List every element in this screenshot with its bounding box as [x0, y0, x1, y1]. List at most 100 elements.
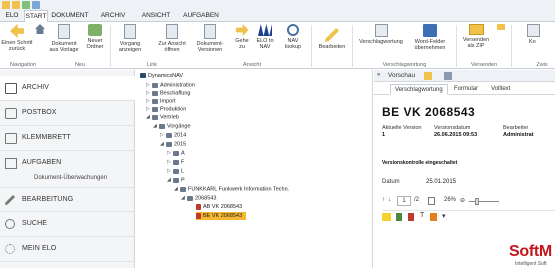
- home-button[interactable]: [34, 24, 46, 36]
- version-label: Aktuelle Version: [382, 125, 422, 131]
- page-input[interactable]: 1: [397, 196, 411, 206]
- highlighter-icon[interactable]: [382, 213, 391, 221]
- sidebar-item-mein-elo[interactable]: MEIN ELO: [0, 237, 135, 262]
- sidebar-item-aufgaben[interactable]: AUFGABEN: [0, 151, 135, 176]
- new-folder-label: Neuer Ordner: [86, 38, 104, 50]
- word-fields-label: Word-Felder übernehmen: [414, 39, 446, 51]
- expand-arrow-icon[interactable]: ▷: [167, 167, 172, 175]
- goto-arrow-icon: [235, 24, 249, 36]
- tree-node-label: 2014: [174, 132, 187, 139]
- elo-to-nav-button[interactable]: ELO to NAV: [254, 24, 276, 50]
- collapse-arrow-icon[interactable]: ◢: [167, 176, 172, 184]
- tree-node-document[interactable]: AB VK 2068543: [196, 203, 242, 211]
- copy-button[interactable]: Ko: [523, 24, 555, 45]
- tree-node[interactable]: ▷ F: [167, 158, 184, 166]
- network-icon: [5, 244, 15, 254]
- sidebar-item-bearbeitung[interactable]: BEARBEITUNG: [0, 187, 135, 212]
- stamp-icon[interactable]: [430, 213, 437, 221]
- tree-node[interactable]: ◢ 2015: [160, 140, 186, 148]
- preview-toolbar-icon[interactable]: [424, 72, 432, 80]
- pen-icon[interactable]: [396, 213, 402, 221]
- nav-lookup-label: NAV lookup: [284, 38, 302, 50]
- edit-button[interactable]: Bearbeiten: [315, 24, 349, 50]
- send-zip-button[interactable]: Versenden als ZIP: [460, 24, 492, 49]
- more-icon[interactable]: ▾: [442, 212, 446, 220]
- new-folder-button[interactable]: Neuer Ordner: [84, 24, 106, 50]
- small-mail-button[interactable]: [496, 24, 506, 32]
- tab-ansicht[interactable]: ANSICHT: [138, 10, 174, 22]
- sidebar-item-postbox[interactable]: POSTBOX: [0, 101, 135, 126]
- tree-node[interactable]: DynamicsNAV: [140, 72, 183, 80]
- tree-node[interactable]: ◢ P: [167, 176, 185, 184]
- tab-volltext[interactable]: Volltext: [487, 84, 514, 95]
- text-icon[interactable]: T: [420, 212, 424, 219]
- tab-verschlagwortung[interactable]: Verschlagwortung: [390, 84, 448, 95]
- tree-node[interactable]: ▷ Administration: [146, 81, 195, 89]
- page-up-icon[interactable]: ↑: [382, 197, 385, 203]
- collapse-arrow-icon[interactable]: ◢: [181, 194, 186, 202]
- collapse-arrow-icon[interactable]: ◢: [146, 113, 151, 121]
- page-view-icon[interactable]: [428, 197, 435, 205]
- document-versions-button[interactable]: Dokument- Versionen: [193, 24, 227, 53]
- expand-arrow-icon[interactable]: ▷: [167, 158, 172, 166]
- zoom-out-icon[interactable]: ⊖: [460, 197, 465, 204]
- tab-formular[interactable]: Formular: [450, 84, 482, 95]
- version-date-value: 26.06.2015 09:53: [434, 132, 478, 138]
- sidebar-item-archiv[interactable]: ARCHIV: [0, 76, 135, 101]
- expand-arrow-icon[interactable]: ▷: [146, 97, 151, 105]
- forward-arrow-icon[interactable]: [12, 1, 20, 9]
- folder-icon: [152, 114, 158, 120]
- tab-elo[interactable]: ELO: [2, 10, 22, 22]
- open-view-button[interactable]: Zur Ansicht öffnen: [155, 24, 189, 53]
- tab-dokument[interactable]: DOKUMENT: [50, 10, 90, 22]
- word-fields-button[interactable]: Word-Felder übernehmen: [410, 24, 450, 51]
- tree-node[interactable]: ▷ A: [167, 149, 185, 157]
- tree-node[interactable]: ◢ Vertrieb: [146, 113, 179, 121]
- marker-icon[interactable]: [408, 213, 414, 221]
- collapse-arrow-icon[interactable]: ◢: [174, 185, 179, 193]
- document-from-template-button[interactable]: Dokument aus Vorlage: [49, 24, 79, 53]
- expand-arrow-icon[interactable]: ▷: [167, 149, 172, 157]
- tree-node[interactable]: ▷ 2014: [160, 131, 186, 139]
- tree-node[interactable]: ◢ Vorgänge: [153, 122, 191, 130]
- keywording-button[interactable]: Verschlagwortung: [355, 24, 407, 45]
- tree-node[interactable]: ▷ Produktion: [146, 105, 186, 113]
- refresh-icon[interactable]: [22, 1, 30, 9]
- sidebar-item-klemmbrett[interactable]: KLEMMBRETT: [0, 126, 135, 151]
- zoom-slider-thumb[interactable]: [475, 198, 479, 205]
- expand-arrow-icon[interactable]: ▷: [146, 105, 151, 113]
- tree-node-label: AB VK 2068543: [203, 204, 243, 210]
- back-step-button[interactable]: Einen Schritt zurück: [0, 24, 34, 52]
- tree-node[interactable]: ▷ Beschaffung: [146, 89, 190, 97]
- editor-value: Administrat: [503, 132, 534, 138]
- mail-small-icon: [497, 24, 505, 30]
- preview-toolbar-icon[interactable]: [444, 72, 452, 80]
- expand-arrow-icon[interactable]: ▷: [146, 81, 151, 89]
- sidebar-subitem-ueberwachungen[interactable]: Dokument-Überwachungen: [34, 175, 107, 181]
- preview-header: « Vorschau: [374, 70, 555, 82]
- expand-arrow-icon[interactable]: ▷: [160, 131, 165, 139]
- tree-node[interactable]: ◢ 2068543: [181, 194, 216, 202]
- tree-node-document-selected[interactable]: BE VK 2068543: [196, 212, 247, 220]
- expand-arrow-icon[interactable]: ▷: [146, 89, 151, 97]
- search-magnifier-icon: [287, 24, 299, 36]
- settings-icon[interactable]: [32, 1, 40, 9]
- version-date-label: Versionsdatum: [434, 125, 471, 131]
- back-arrow-icon[interactable]: [2, 1, 10, 9]
- tab-aufgaben[interactable]: AUFGABEN: [180, 10, 222, 22]
- tab-archiv[interactable]: ARCHIV: [97, 10, 129, 22]
- collapse-chevron-icon[interactable]: «: [377, 72, 380, 78]
- show-process-button[interactable]: Vorgang anzeigen: [116, 24, 144, 53]
- page-down-icon[interactable]: ↓: [388, 197, 391, 203]
- goto-button[interactable]: Gehe zu: [232, 24, 252, 50]
- tree-node[interactable]: ◢ FUNKKARL Funkwerk Information Techn.: [174, 185, 289, 193]
- tree-node[interactable]: ▷ Import: [146, 97, 176, 105]
- collapse-arrow-icon[interactable]: ◢: [160, 140, 165, 148]
- collapse-arrow-icon[interactable]: ◢: [153, 122, 158, 130]
- nav-lookup-button[interactable]: NAV lookup: [280, 24, 306, 50]
- tree-node[interactable]: ▷ L: [167, 167, 184, 175]
- zoom-slider[interactable]: [469, 201, 499, 202]
- folder-icon: [166, 141, 172, 147]
- datum-label: Datum: [382, 179, 400, 185]
- sidebar-item-suche[interactable]: SUCHE: [0, 212, 135, 237]
